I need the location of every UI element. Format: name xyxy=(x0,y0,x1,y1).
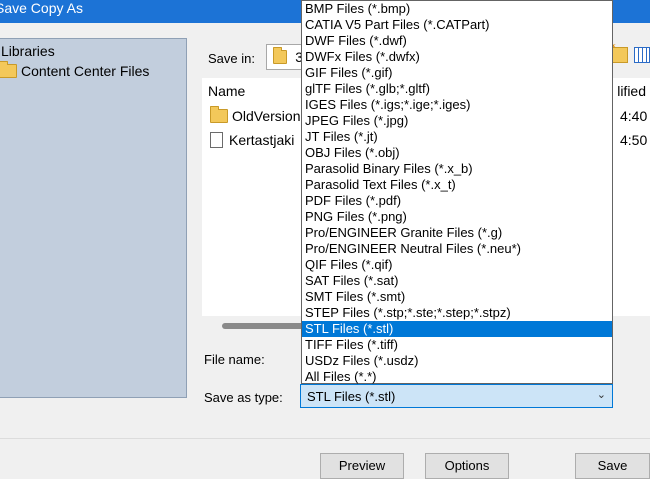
new-folder-icon[interactable] xyxy=(609,41,628,63)
list-item[interactable]: Kertastjaki xyxy=(210,132,294,148)
library-item-label: Content Center Files xyxy=(21,63,150,79)
dropdown-option[interactable]: All Files (*.*) xyxy=(302,369,612,385)
dropdown-option[interactable]: DWF Files (*.dwf) xyxy=(302,33,612,49)
save-in-label: Save in: xyxy=(208,51,255,66)
dropdown-option[interactable]: Parasolid Binary Files (*.x_b) xyxy=(302,161,612,177)
dropdown-option[interactable]: DWFx Files (*.dwfx) xyxy=(302,49,612,65)
options-button[interactable]: Options xyxy=(425,453,509,479)
preview-button[interactable]: Preview xyxy=(320,453,404,479)
dropdown-option[interactable]: OBJ Files (*.obj) xyxy=(302,145,612,161)
folder-icon xyxy=(0,61,17,78)
dropdown-option[interactable]: QIF Files (*.qif) xyxy=(302,257,612,273)
save-as-type-label: Save as type: xyxy=(204,390,283,405)
dropdown-option[interactable]: STL Files (*.stl) xyxy=(302,321,612,337)
dropdown-option[interactable]: STEP Files (*.stp;*.ste;*.step;*.stpz) xyxy=(302,305,612,321)
save-button[interactable]: Save xyxy=(575,453,650,479)
save-in-combo[interactable]: 3 xyxy=(266,44,304,70)
save-as-type-dropdown-list[interactable]: BMP Files (*.bmp) CATIA V5 Part Files (*.… xyxy=(301,0,613,384)
view-menu-icon[interactable] xyxy=(634,47,650,63)
save-as-type-value: STL Files (*.stl) xyxy=(307,388,396,404)
libraries-panel: Libraries Content Center Files xyxy=(0,38,187,398)
dropdown-option[interactable]: SAT Files (*.sat) xyxy=(302,273,612,289)
document-icon xyxy=(210,132,223,148)
chevron-down-icon: ⌄ xyxy=(596,389,606,401)
divider xyxy=(0,438,650,439)
dropdown-option[interactable]: Pro/ENGINEER Neutral Files (*.neu*) xyxy=(302,241,612,257)
library-item-content-center[interactable]: Content Center Files xyxy=(0,61,150,79)
dropdown-option[interactable]: IGES Files (*.igs;*.ige;*.iges) xyxy=(302,97,612,113)
dropdown-option[interactable]: SMT Files (*.smt) xyxy=(302,289,612,305)
dropdown-option[interactable]: PDF Files (*.pdf) xyxy=(302,193,612,209)
dropdown-option[interactable]: GIF Files (*.gif) xyxy=(302,65,612,81)
column-header-modified[interactable]: lified xyxy=(617,83,646,99)
column-header-name[interactable]: Name xyxy=(208,83,245,99)
file-date: 4:50 xyxy=(620,132,648,148)
file-name: OldVersion xyxy=(232,108,301,124)
dropdown-option[interactable]: glTF Files (*.glb;*.gltf) xyxy=(302,81,612,97)
folder-icon xyxy=(273,47,288,64)
dropdown-option[interactable]: PNG Files (*.png) xyxy=(302,209,612,225)
dropdown-option[interactable]: BMP Files (*.bmp) xyxy=(302,1,612,17)
save-as-type-combo[interactable]: STL Files (*.stl) ⌄ xyxy=(300,384,613,408)
dropdown-option[interactable]: Pro/ENGINEER Granite Files (*.g) xyxy=(302,225,612,241)
folder-icon xyxy=(210,106,228,123)
dropdown-option[interactable]: CATIA V5 Part Files (*.CATPart) xyxy=(302,17,612,33)
dropdown-option[interactable]: TIFF Files (*.tiff) xyxy=(302,337,612,353)
file-name-label: File name: xyxy=(204,352,265,367)
file-date: 4:40 xyxy=(620,108,648,124)
dropdown-option[interactable]: Parasolid Text Files (*.x_t) xyxy=(302,177,612,193)
file-name: Kertastjaki xyxy=(229,132,295,148)
libraries-title: Libraries xyxy=(1,43,55,59)
list-item[interactable]: OldVersion xyxy=(210,106,301,124)
window-title: Save Copy As xyxy=(0,0,83,16)
dropdown-option[interactable]: JT Files (*.jt) xyxy=(302,129,612,145)
dropdown-option[interactable]: USDz Files (*.usdz) xyxy=(302,353,612,369)
dropdown-option[interactable]: JPEG Files (*.jpg) xyxy=(302,113,612,129)
toolbar xyxy=(609,41,650,63)
